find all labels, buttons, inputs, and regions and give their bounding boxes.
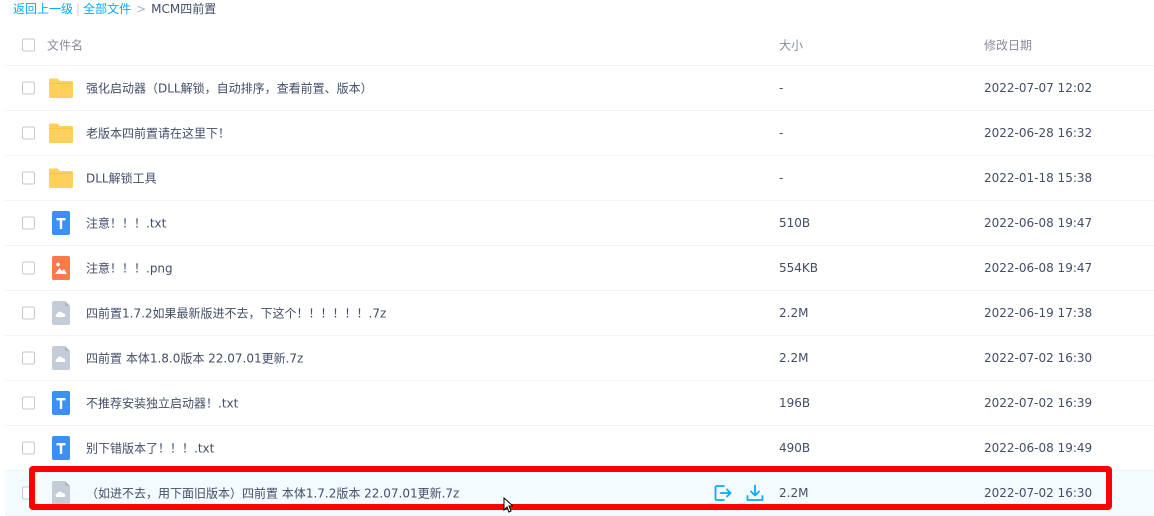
file-row[interactable]: 强化启动器（DLL解锁，自动排序，查看前置、版本） - 2022-07-07 12:…: [5, 66, 1154, 111]
text-file-icon: [48, 210, 74, 236]
file-name[interactable]: 别下错版本了！！！.txt: [86, 440, 214, 457]
archive-file-icon: [48, 300, 74, 326]
image-file-icon: [48, 255, 74, 281]
file-name[interactable]: （如进不去，用下面旧版本）四前置 本体1.7.2版本 22.07.01更新.7z: [86, 485, 459, 502]
file-size: 510B: [779, 216, 811, 230]
all-files-link[interactable]: 全部文件: [83, 2, 131, 16]
file-row[interactable]: 注意！！！.png 554KB 2022-06-08 19:47: [5, 246, 1154, 291]
file-row[interactable]: （如进不去，用下面旧版本）四前置 本体1.7.2版本 22.07.01更新.7z…: [5, 471, 1154, 516]
file-modified: 2022-06-19 17:38: [984, 306, 1093, 320]
breadcrumb-separator: |: [76, 2, 81, 16]
file-size: -: [779, 81, 784, 95]
file-modified: 2022-07-02 16:30: [984, 351, 1093, 365]
share-icon[interactable]: [713, 483, 733, 503]
file-name[interactable]: 注意！！！.txt: [86, 215, 166, 232]
file-modified: 2022-07-02 16:30: [984, 486, 1093, 500]
row-checkbox[interactable]: [22, 351, 35, 365]
row-checkbox[interactable]: [22, 81, 35, 95]
file-modified: 2022-06-28 16:32: [984, 126, 1093, 140]
file-size: 490B: [779, 441, 811, 455]
file-modified: 2022-06-08 19:47: [984, 216, 1093, 230]
folder-icon: [48, 75, 74, 101]
breadcrumb-chevron: >: [136, 2, 147, 16]
file-row[interactable]: 老版本四前置请在这里下！ - 2022-06-28 16:32: [5, 111, 1154, 156]
file-name[interactable]: 注意！！！.png: [86, 260, 173, 277]
file-name[interactable]: 四前置 本体1.8.0版本 22.07.01更新.7z: [86, 350, 303, 367]
text-file-icon: [48, 390, 74, 416]
folder-icon: [48, 165, 74, 191]
file-size: -: [779, 126, 784, 140]
archive-file-icon: [48, 480, 74, 506]
file-name[interactable]: DLL解锁工具: [86, 170, 157, 187]
file-size: 196B: [779, 396, 811, 410]
file-row[interactable]: 不推荐安装独立启动器！.txt 196B 2022-07-02 16:39: [5, 381, 1154, 426]
header-name[interactable]: 文件名: [47, 36, 83, 53]
folder-icon: [48, 120, 74, 146]
file-size: 554KB: [779, 261, 819, 275]
file-modified: 2022-07-02 16:39: [984, 396, 1093, 410]
file-size: 2.2M: [779, 486, 809, 500]
row-checkbox[interactable]: [22, 126, 35, 140]
row-checkbox[interactable]: [22, 216, 35, 230]
row-checkbox[interactable]: [22, 171, 35, 185]
file-row[interactable]: 注意！！！.txt 510B 2022-06-08 19:47: [5, 201, 1154, 246]
file-name[interactable]: 不推荐安装独立启动器！.txt: [86, 395, 238, 412]
row-checkbox[interactable]: [22, 261, 35, 275]
text-file-icon: [48, 435, 74, 461]
file-row[interactable]: 别下错版本了！！！.txt 490B 2022-06-08 19:49: [5, 426, 1154, 471]
header-modified[interactable]: 修改日期: [984, 36, 1032, 53]
back-link[interactable]: 返回上一级: [13, 2, 73, 16]
file-row[interactable]: 四前置1.7.2如果最新版进不去，下这个！！！！！！.7z 2.2M 2022-06…: [5, 291, 1154, 336]
file-size: 2.2M: [779, 306, 809, 320]
file-list: 文件名 大小 修改日期 强化启动器（DLL解锁，自动排序，查看前置、版本） - 20…: [5, 24, 1154, 516]
archive-file-icon: [48, 345, 74, 371]
mouse-cursor-icon: [503, 497, 513, 513]
download-icon[interactable]: [745, 483, 765, 503]
breadcrumb: 返回上一级 | 全部文件 > MCM四前置: [13, 1, 216, 17]
file-row[interactable]: DLL解锁工具 - 2022-01-18 15:38: [5, 156, 1154, 201]
file-modified: 2022-01-18 15:38: [984, 171, 1093, 185]
file-modified: 2022-07-07 12:02: [984, 81, 1093, 95]
row-checkbox[interactable]: [22, 396, 35, 410]
file-name[interactable]: 老版本四前置请在这里下！: [86, 125, 230, 142]
file-name[interactable]: 四前置1.7.2如果最新版进不去，下这个！！！！！！.7z: [86, 305, 386, 322]
select-all-checkbox[interactable]: [22, 38, 35, 51]
file-name[interactable]: 强化启动器（DLL解锁，自动排序，查看前置、版本）: [86, 80, 373, 97]
header-size[interactable]: 大小: [779, 36, 803, 53]
file-modified: 2022-06-08 19:47: [984, 261, 1093, 275]
file-row[interactable]: 四前置 本体1.8.0版本 22.07.01更新.7z 2.2M 2022-07-0…: [5, 336, 1154, 381]
current-folder: MCM四前置: [151, 2, 217, 16]
file-size: 2.2M: [779, 351, 809, 365]
row-checkbox[interactable]: [22, 486, 35, 500]
list-header: 文件名 大小 修改日期: [5, 24, 1154, 66]
row-checkbox[interactable]: [22, 306, 35, 320]
file-size: -: [779, 171, 784, 185]
row-checkbox[interactable]: [22, 441, 35, 455]
file-modified: 2022-06-08 19:49: [984, 441, 1093, 455]
